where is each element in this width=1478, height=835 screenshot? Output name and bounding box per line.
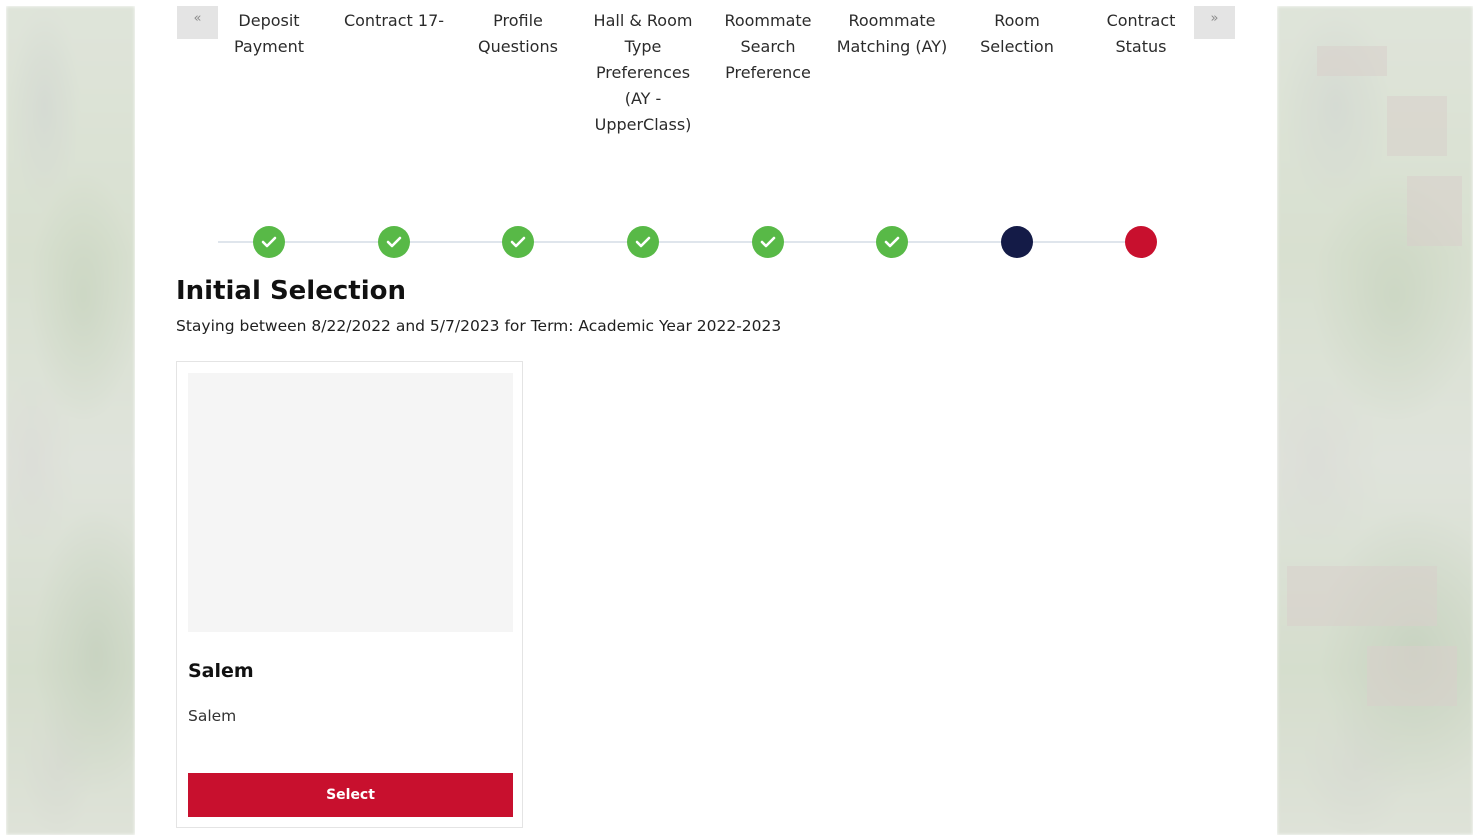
step-label-hall-room-type-preferences[interactable]: Hall & Room Type Preferences (AY - Upper… bbox=[587, 8, 699, 138]
background-photo-left bbox=[6, 6, 135, 835]
step-label-contract[interactable]: Contract 17- bbox=[338, 8, 450, 34]
checkmark-icon bbox=[635, 236, 651, 248]
step-dot-deposit-payment[interactable] bbox=[253, 226, 285, 258]
step-dot-contract[interactable] bbox=[378, 226, 410, 258]
checkmark-icon bbox=[386, 236, 402, 248]
select-button[interactable]: Select bbox=[188, 773, 513, 817]
step-label-room-selection[interactable]: Room Selection bbox=[961, 8, 1073, 60]
checkmark-icon bbox=[510, 236, 526, 248]
page-title: Initial Selection bbox=[176, 276, 406, 306]
checkmark-icon bbox=[760, 236, 776, 248]
hall-image-placeholder bbox=[188, 373, 513, 632]
step-label-profile-questions[interactable]: Profile Questions bbox=[462, 8, 574, 60]
hall-description: Salem bbox=[188, 707, 237, 725]
step-label-deposit-payment[interactable]: Deposit Payment bbox=[213, 8, 325, 60]
hall-name: Salem bbox=[188, 660, 254, 682]
step-label-roommate-search-preference[interactable]: Roommate Search Preference bbox=[712, 8, 824, 86]
step-dot-hall-room-type-preferences[interactable] bbox=[627, 226, 659, 258]
step-dot-profile-questions[interactable] bbox=[502, 226, 534, 258]
steps-prev-arrow-icon[interactable]: « bbox=[177, 6, 218, 39]
main-content: « » Deposit Payment Contract 17- Profile… bbox=[135, 0, 1277, 835]
hall-card: Salem Salem Select bbox=[176, 361, 523, 828]
step-dot-roommate-search-preference[interactable] bbox=[752, 226, 784, 258]
checkmark-icon bbox=[884, 236, 900, 248]
stay-dates-subtitle: Staying between 8/22/2022 and 5/7/2023 f… bbox=[176, 317, 782, 335]
background-photo-right bbox=[1277, 6, 1473, 835]
steps-next-arrow-icon[interactable]: » bbox=[1194, 6, 1235, 39]
step-dot-contract-status[interactable] bbox=[1125, 226, 1157, 258]
step-label-roommate-matching[interactable]: Roommate Matching (AY) bbox=[836, 8, 948, 60]
step-dot-roommate-matching[interactable] bbox=[876, 226, 908, 258]
step-label-contract-status[interactable]: Contract Status bbox=[1085, 8, 1197, 60]
step-dot-room-selection[interactable] bbox=[1001, 226, 1033, 258]
checkmark-icon bbox=[261, 236, 277, 248]
